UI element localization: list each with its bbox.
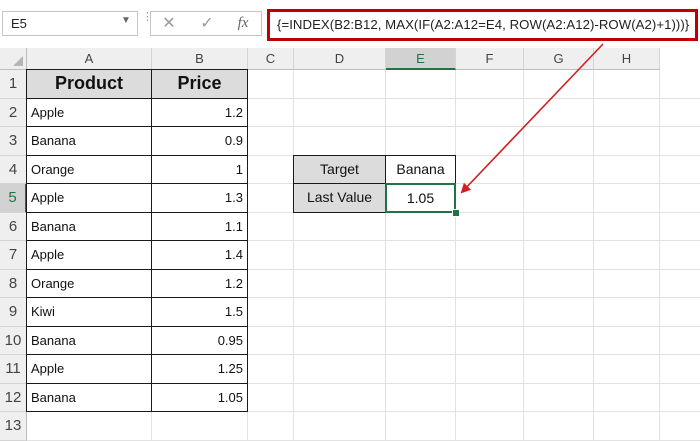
table-cell-price[interactable]: 1.25 [151, 354, 248, 384]
row-header-5[interactable]: 5 [0, 184, 27, 213]
grip-handle-icon[interactable]: ⋮ [142, 14, 148, 34]
column-header-e[interactable]: E [386, 48, 456, 70]
insert-function-icon[interactable]: fx [229, 12, 257, 35]
column-header-f[interactable]: F [456, 48, 524, 70]
table-cell-product[interactable]: Orange [26, 269, 152, 299]
target-label-cell[interactable]: Target [293, 155, 386, 185]
table-cell-price[interactable]: 0.95 [151, 326, 248, 356]
name-box-value: E5 [11, 16, 27, 31]
column-header-g[interactable]: G [524, 48, 594, 70]
row-header-13[interactable]: 13 [0, 412, 27, 441]
table-cell-price[interactable]: 1.5 [151, 297, 248, 327]
result-value-cell[interactable]: 1.05 [385, 183, 456, 213]
table-cell-product[interactable]: Orange [26, 155, 152, 185]
table-cell-price[interactable]: 1.2 [151, 269, 248, 299]
table-cell-product[interactable]: Kiwi [26, 297, 152, 327]
spreadsheet-grid: ABCDEFGH 12345678910111213 ProductPriceA… [0, 48, 700, 438]
table-cell-price[interactable]: 1.4 [151, 240, 248, 270]
row-header-4[interactable]: 4 [0, 156, 27, 185]
table-cell-price[interactable]: 1.05 [151, 383, 248, 413]
row-header-12[interactable]: 12 [0, 384, 27, 413]
row-header-2[interactable]: 2 [0, 99, 27, 128]
table-cell-product[interactable]: Banana [26, 126, 152, 156]
formula-input[interactable]: {=INDEX(B2:B12, MAX(IF(A2:A12=E4, ROW(A2… [267, 9, 698, 41]
select-all-corner[interactable] [0, 48, 27, 70]
table-cell-price[interactable]: 1.2 [151, 98, 248, 128]
column-header-b[interactable]: B [152, 48, 248, 70]
formula-buttons: ✕ ✓ fx [150, 11, 262, 36]
name-box[interactable]: E5 ▼ [2, 11, 138, 36]
table-cell-product[interactable]: Apple [26, 240, 152, 270]
table-cell-product[interactable]: Apple [26, 98, 152, 128]
table-cell-product[interactable]: Banana [26, 326, 152, 356]
table-header-product[interactable]: Product [26, 69, 152, 99]
enter-check-icon[interactable]: ✓ [193, 12, 221, 35]
table-cell-product[interactable]: Banana [26, 383, 152, 413]
table-cell-product[interactable]: Apple [26, 354, 152, 384]
table-cell-price[interactable]: 0.9 [151, 126, 248, 156]
target-value-cell[interactable]: Banana [385, 155, 456, 185]
row-header-1[interactable]: 1 [0, 70, 27, 99]
table-cell-product[interactable]: Banana [26, 212, 152, 242]
fill-handle[interactable] [452, 209, 460, 217]
row-header-7[interactable]: 7 [0, 241, 27, 270]
cancel-icon[interactable]: ✕ [155, 12, 183, 35]
table-cell-price[interactable]: 1.3 [151, 183, 248, 213]
table-cell-product[interactable]: Apple [26, 183, 152, 213]
column-header-a[interactable]: A [27, 48, 152, 70]
formula-bar-area: E5 ▼ ⋮ ✕ ✓ fx {=INDEX(B2:B12, MAX(IF(A2:… [0, 0, 700, 44]
row-header-9[interactable]: 9 [0, 298, 27, 327]
row-header-3[interactable]: 3 [0, 127, 27, 156]
column-header-c[interactable]: C [248, 48, 294, 70]
column-header-h[interactable]: H [594, 48, 660, 70]
result-label-cell[interactable]: Last Value [293, 183, 386, 213]
table-cell-price[interactable]: 1 [151, 155, 248, 185]
row-header-6[interactable]: 6 [0, 213, 27, 242]
column-header-d[interactable]: D [294, 48, 386, 70]
gridline-horizontal [27, 440, 700, 441]
row-header-11[interactable]: 11 [0, 355, 27, 384]
row-header-10[interactable]: 10 [0, 327, 27, 356]
row-header-8[interactable]: 8 [0, 270, 27, 299]
formula-text: {=INDEX(B2:B12, MAX(IF(A2:A12=E4, ROW(A2… [277, 17, 689, 32]
table-cell-price[interactable]: 1.1 [151, 212, 248, 242]
table-header-price[interactable]: Price [151, 69, 248, 99]
chevron-down-icon[interactable]: ▼ [121, 15, 131, 26]
